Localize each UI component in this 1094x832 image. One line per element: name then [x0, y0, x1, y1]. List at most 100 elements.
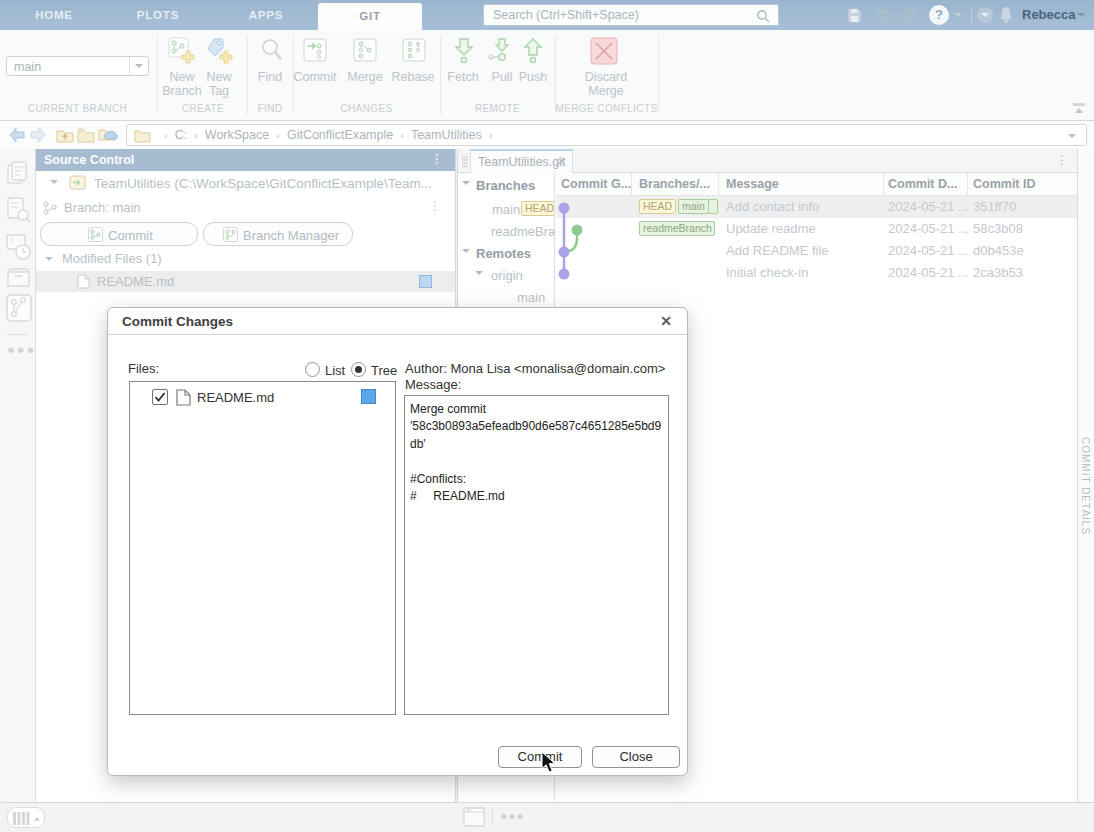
rebase-button[interactable]: Rebase	[385, 70, 441, 84]
new-branch-icon[interactable]	[168, 37, 195, 64]
statusbar-more-icon[interactable]: ●●●	[500, 809, 525, 823]
fetch-button[interactable]: Fetch	[440, 70, 486, 84]
tree-main[interactable]: main	[492, 202, 520, 217]
tab-close-icon[interactable]: ✕	[557, 155, 566, 168]
file-checkbox[interactable]	[152, 389, 168, 405]
redo-icon[interactable]	[901, 8, 918, 23]
tree-radio-label[interactable]: Tree	[371, 363, 397, 378]
dialog-commit-button[interactable]: Commit	[498, 746, 582, 768]
col-message[interactable]: Message	[726, 177, 779, 191]
git-panel-menu-icon[interactable]: ⋮	[1056, 153, 1068, 167]
group-label-create: CREATE	[159, 103, 247, 114]
commit-row[interactable]: Add README file 2024-05-21 ... d0b453e	[556, 240, 1077, 262]
search-input[interactable]: Search (Ctrl+Shift+Space)	[483, 4, 779, 26]
sidebar-more-icon[interactable]: ●●●	[7, 342, 37, 357]
pull-icon[interactable]	[488, 38, 514, 64]
command-history-icon[interactable]	[6, 233, 32, 261]
list-radio[interactable]	[305, 362, 320, 377]
list-radio-label[interactable]: List	[325, 363, 345, 378]
col-branches[interactable]: Branches/...	[639, 177, 710, 191]
branch-menu-icon[interactable]: ⋮	[429, 199, 441, 213]
tree-origin-main[interactable]: main	[517, 290, 545, 305]
modified-files-label[interactable]: Modified Files (1)	[62, 251, 162, 266]
tree-origin[interactable]: origin	[491, 268, 523, 283]
find-icon[interactable]	[260, 38, 284, 62]
fetch-icon[interactable]	[453, 38, 475, 64]
dialog-title-bar[interactable]: Commit Changes ✕	[108, 308, 687, 335]
cloud-folder-icon[interactable]	[98, 126, 118, 144]
file-search-icon[interactable]	[6, 196, 32, 224]
col-commit-id[interactable]: Commit ID	[973, 177, 1036, 191]
new-tag-button[interactable]: New Tag	[199, 70, 239, 98]
help-dropdown-caret[interactable]	[954, 13, 962, 17]
push-button[interactable]: Push	[513, 70, 553, 84]
breadcrumb[interactable]: › C: › WorkSpace › GitConflictExample › …	[126, 124, 1087, 146]
breadcrumb-dropdown-caret[interactable]	[1068, 134, 1076, 138]
repo-expander[interactable]	[50, 180, 58, 184]
col-commit-date[interactable]: Commit D...	[888, 177, 957, 191]
modified-files-expander[interactable]	[45, 257, 53, 261]
tree-radio[interactable]	[351, 362, 366, 377]
panel-menu-icon[interactable]: ⋮	[431, 152, 443, 166]
current-branch-combo[interactable]: main	[6, 56, 149, 76]
discard-merge-button[interactable]: Discard Merge	[580, 70, 632, 98]
git-file-tab[interactable]: TeamUtilities.git ✕	[470, 149, 573, 173]
commit-table-header: Commit G... Branches/... Message Commit …	[556, 173, 1077, 196]
tab-home[interactable]: HOME	[24, 0, 84, 30]
commit-row[interactable]: HEAD main Add contact info 2024-05-21 ..…	[556, 196, 1077, 218]
tab-apps[interactable]: APPS	[236, 0, 296, 30]
save-icon[interactable]	[847, 8, 862, 23]
layout-button[interactable]	[7, 807, 45, 828]
commit-details-strip[interactable]: COMMIT DETAILS	[1077, 149, 1094, 802]
crumb-drive[interactable]: C:	[175, 128, 188, 142]
undo-icon[interactable]	[874, 8, 891, 23]
command-window-icon[interactable]	[463, 807, 485, 827]
up-folder-icon[interactable]	[56, 126, 74, 144]
tab-git[interactable]: GIT	[318, 3, 422, 30]
branches-expander[interactable]	[462, 181, 470, 185]
commit-icon[interactable]	[303, 38, 327, 62]
commit-row[interactable]: readmeBranch Update readme 2024-05-21 ..…	[556, 218, 1077, 240]
tree-branches[interactable]: Branches	[476, 178, 535, 193]
community-icon[interactable]	[977, 7, 993, 23]
user-dropdown-caret[interactable]	[1077, 13, 1085, 17]
find-button[interactable]: Find	[247, 70, 293, 84]
origin-expander[interactable]	[475, 271, 483, 275]
user-name[interactable]: Rebecca	[1022, 7, 1075, 22]
dialog-file-name[interactable]: README.md	[197, 390, 274, 405]
forward-icon[interactable]	[29, 126, 47, 144]
editor-files-icon[interactable]	[6, 160, 30, 186]
breadcrumb-path: › C: › WorkSpace › GitConflictExample › …	[157, 128, 499, 142]
modified-file-row[interactable]: README.md	[36, 271, 455, 292]
new-tag-icon[interactable]	[206, 37, 233, 64]
collapse-ribbon-icon[interactable]	[1073, 103, 1085, 113]
source-control-icon[interactable]	[6, 293, 32, 323]
commit-row[interactable]: Initial check-in 2024-05-21 ... 2ca3b53	[556, 262, 1077, 284]
rebase-icon[interactable]	[402, 38, 426, 62]
bell-icon[interactable]	[998, 6, 1014, 24]
commit-button[interactable]: Commit	[291, 70, 339, 84]
branch-manager-button[interactable]: Branch Manager	[203, 222, 353, 246]
crumb-workspace[interactable]: WorkSpace	[205, 128, 269, 142]
repo-path[interactable]: TeamUtilities (C:\WorkSpace\GitConflictE…	[94, 176, 432, 191]
help-icon[interactable]: ?	[929, 5, 949, 25]
dialog-close-button[interactable]: Close	[592, 746, 680, 768]
push-icon[interactable]	[522, 38, 544, 64]
tab-plots[interactable]: PLOTS	[128, 0, 188, 30]
tree-remotes[interactable]: Remotes	[476, 246, 531, 261]
back-icon[interactable]	[8, 126, 26, 144]
discard-merge-icon[interactable]	[590, 37, 618, 65]
workspace-icon[interactable]	[6, 266, 31, 290]
col-commit-graph[interactable]: Commit G...	[561, 177, 631, 191]
commit-message-box[interactable]: Merge commit '58c3b0893a5efeadb90d6e587c…	[404, 395, 669, 715]
dialog-close-icon[interactable]: ✕	[660, 313, 672, 329]
crumb-teamutilities[interactable]: TeamUtilities	[411, 128, 482, 142]
merge-icon[interactable]	[353, 38, 377, 62]
new-folder-icon[interactable]	[77, 126, 95, 144]
merge-button[interactable]: Merge	[341, 70, 389, 84]
crumb-gitconflictexample[interactable]: GitConflictExample	[287, 128, 393, 142]
remotes-expander[interactable]	[462, 249, 470, 253]
tree-readme-branch[interactable]: readmeBranch	[491, 224, 555, 239]
group-label-current-branch: CURRENT BRANCH	[10, 103, 145, 114]
commit-panel-button[interactable]: Commit	[40, 222, 198, 246]
